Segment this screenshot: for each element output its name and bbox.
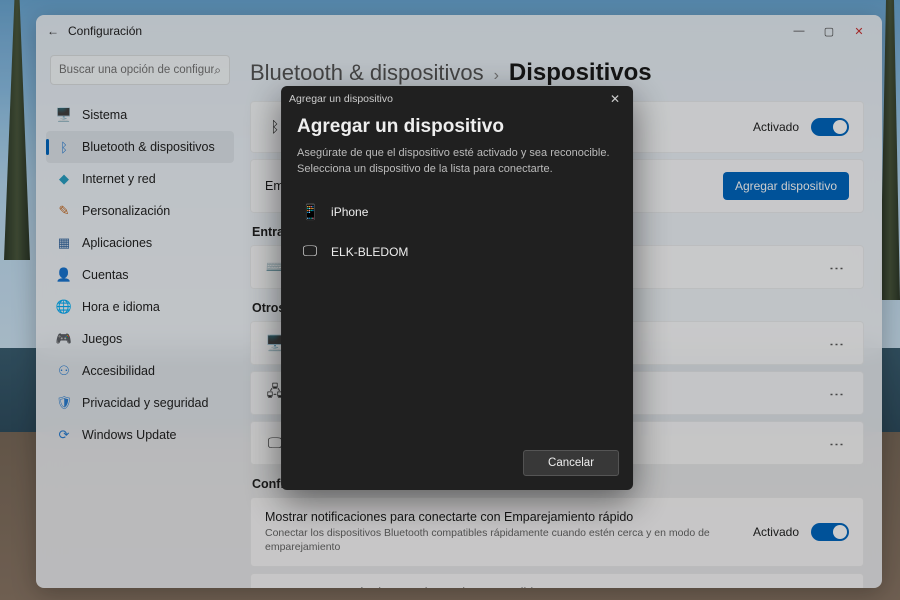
- dialog-titlebar: Agregar un dispositivo ✕: [281, 86, 633, 112]
- discovered-device[interactable]: 🖵 ELK-BLEDOM: [297, 232, 617, 272]
- dialog-description: Asegúrate de que el dispositivo esté act…: [297, 146, 617, 178]
- device-icon: 🖵: [301, 243, 319, 260]
- discovered-device[interactable]: 📱 iPhone: [297, 192, 617, 232]
- device-icon: 📱: [301, 203, 319, 221]
- device-name: ELK-BLEDOM: [331, 245, 408, 259]
- cancel-button[interactable]: Cancelar: [523, 450, 619, 476]
- dialog-heading: Agregar un dispositivo: [297, 116, 617, 138]
- dialog-titlebar-text: Agregar un dispositivo: [289, 93, 393, 105]
- dialog-close-button[interactable]: ✕: [605, 92, 625, 106]
- device-name: iPhone: [331, 205, 368, 219]
- add-device-dialog: Agregar un dispositivo ✕ Agregar un disp…: [281, 86, 633, 490]
